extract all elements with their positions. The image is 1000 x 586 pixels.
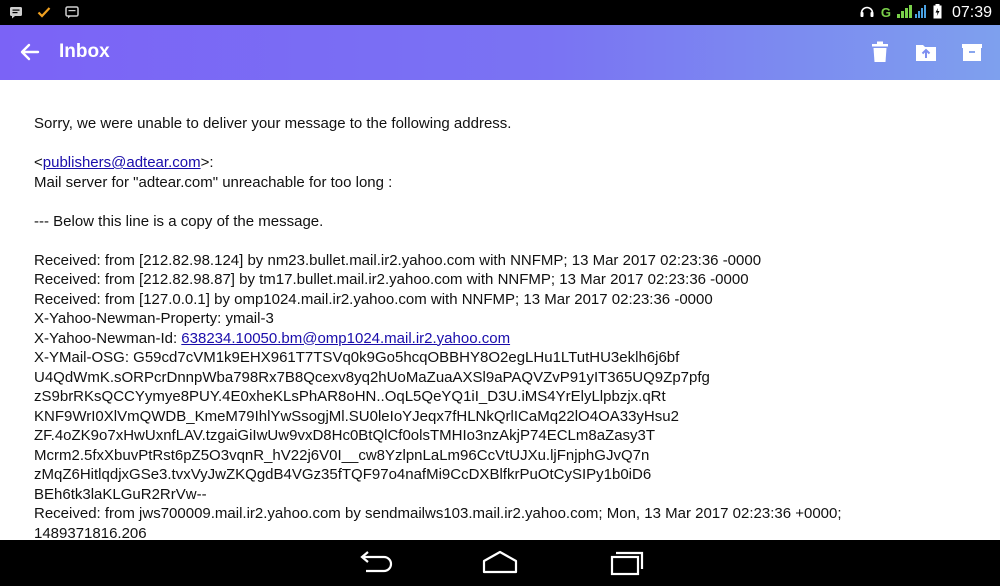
- message-body: Sorry, we were unable to deliver your me…: [34, 114, 984, 539]
- osg-line: zS9brRKsQCCYymye8PUY.4E0xheKLsPhAR8oHN..…: [34, 388, 666, 405]
- move-to-folder-icon[interactable]: [914, 40, 938, 64]
- navigation-bar: [0, 540, 1000, 586]
- back-nav-icon[interactable]: [350, 548, 400, 578]
- newman-id-link[interactable]: 638234.10050.bm@omp1024.mail.ir2.yahoo.c…: [181, 330, 510, 347]
- home-nav-icon[interactable]: [475, 548, 525, 578]
- archive-icon[interactable]: [960, 40, 984, 64]
- recipient-suffix: >:: [200, 154, 214, 171]
- chat-icon: [64, 4, 80, 20]
- osg-line: KNF9WrI0XlVmQWDB_KmeM79IhlYwSsogjMl.SU0l…: [34, 407, 679, 425]
- header-line: Received: from [127.0.0.1] by omp1024.ma…: [34, 290, 713, 308]
- osg-line: Received: from jws700009.mail.ir2.yahoo.…: [34, 505, 842, 522]
- arrow-left-icon[interactable]: [18, 40, 42, 64]
- server-error-text: Mail server for "adtear.com" unreachable…: [34, 173, 393, 191]
- osg-line: X-YMail-OSG: G59cd7cVM1k9EHX961T7TSVq0k9…: [34, 349, 680, 366]
- check-icon: [36, 4, 52, 20]
- header-line: X-Yahoo-Newman-Property: ymail-3: [34, 310, 274, 327]
- osg-line: U4QdWmK.sORPcrDnnpWba798Rx7B8Qcexv8yq2hU…: [34, 368, 710, 386]
- header-line: Received: from [212.82.98.124] by nm23.b…: [34, 251, 762, 269]
- app-bar: Inbox: [0, 25, 1000, 80]
- intro-text: Sorry, we were unable to deliver your me…: [34, 115, 512, 132]
- header-line: Received: from [212.82.98.87] by tm17.bu…: [34, 271, 749, 288]
- osg-line: ZF.4oZK9o7xHwUxnfLAV.tzgaiGiIwUw9vxD8Hc0…: [34, 427, 656, 444]
- osg-line: zMqZ6HitlqdjxGSe3.tvxVyJwZKQgdB4VGz35fTQ…: [34, 466, 652, 483]
- network-type-label: G: [880, 5, 891, 20]
- newman-id-line: X-Yahoo-Newman-Id: 638234.10050.bm@omp10…: [34, 329, 984, 349]
- page-title: Inbox: [59, 41, 110, 62]
- osg-line: 1489371816.206: [34, 524, 147, 540]
- status-bar: G 07:39: [0, 0, 1000, 25]
- message-icon: [8, 4, 24, 20]
- recipient-line: <publishers@adtear.com>:: [34, 153, 984, 173]
- trash-icon[interactable]: [868, 40, 892, 64]
- recipient-prefix: <: [34, 154, 43, 171]
- battery-icon: [933, 3, 942, 22]
- osg-line: BEh6tk3laKLGuR2RrVw--: [34, 485, 207, 503]
- headset-icon: [859, 3, 875, 22]
- recents-nav-icon[interactable]: [600, 548, 650, 578]
- osg-line: Mcrm2.5fxXbuvPtRst6pZ5O3vqnR_hV22j6V0I__…: [34, 446, 650, 464]
- separator-text: --- Below this line is a copy of the mes…: [34, 212, 324, 230]
- newman-id-label: X-Yahoo-Newman-Id:: [34, 329, 182, 347]
- clock: 07:39: [951, 3, 992, 21]
- recipient-email-link[interactable]: publishers@adtear.com: [43, 154, 201, 171]
- signal-icon: [896, 4, 927, 21]
